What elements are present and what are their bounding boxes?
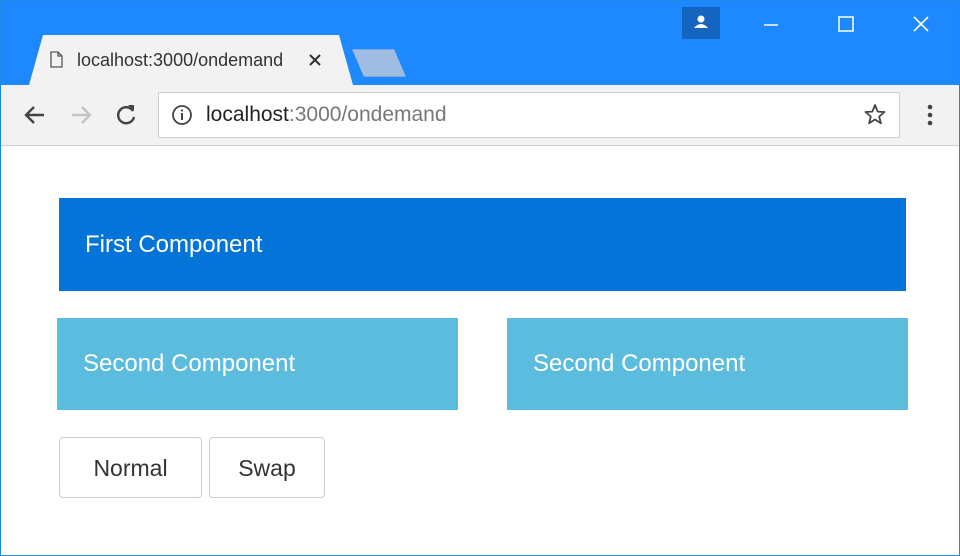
- second-component: Second Component: [507, 318, 908, 410]
- url-text[interactable]: localhost:3000/ondemand: [206, 102, 447, 128]
- page-icon: [50, 51, 63, 68]
- star-icon[interactable]: [862, 102, 888, 128]
- minimize-icon[interactable]: [758, 11, 784, 37]
- person-icon: [694, 15, 708, 28]
- browser-window: localhost:3000/ondemand localhost:3000/o…: [0, 0, 960, 556]
- forward-arrow-icon[interactable]: [68, 102, 94, 128]
- kebab-menu-icon[interactable]: [918, 101, 942, 129]
- swap-button[interactable]: Swap: [209, 437, 325, 498]
- first-component: First Component: [59, 198, 906, 291]
- url-host: localhost: [206, 103, 289, 126]
- reload-icon[interactable]: [113, 102, 139, 128]
- profile-button[interactable]: [682, 7, 720, 39]
- maximize-icon[interactable]: [833, 11, 859, 37]
- close-icon[interactable]: [307, 52, 323, 68]
- normal-button[interactable]: Normal: [59, 437, 202, 498]
- window-close-icon[interactable]: [908, 11, 934, 37]
- second-component: Second Component: [57, 318, 458, 410]
- back-arrow-icon[interactable]: [22, 102, 48, 128]
- url-path: :3000/ondemand: [288, 103, 447, 126]
- info-icon[interactable]: [171, 104, 193, 126]
- tab-title: localhost:3000/ondemand: [77, 50, 284, 70]
